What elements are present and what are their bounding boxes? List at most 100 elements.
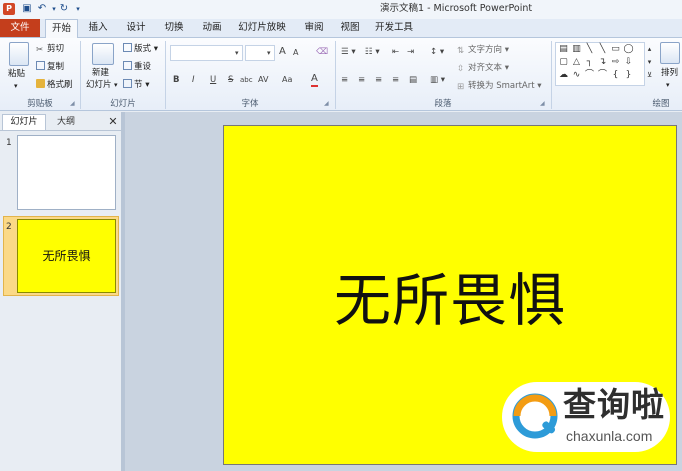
customize-quick-access-icon[interactable]: ▾ <box>72 3 84 15</box>
layout-label: 版式 <box>134 44 152 54</box>
powerpoint-app-icon[interactable]: P <box>3 3 15 15</box>
strikethrough-button[interactable]: S <box>228 74 233 86</box>
font-size-dropdown-icon[interactable]: ▾ <box>267 47 271 59</box>
rounded-rectangle-shape-icon[interactable]: ▢ <box>557 57 570 68</box>
clear-formatting-icon[interactable]: ⌫ <box>316 46 328 58</box>
tab-animations[interactable]: 动画 <box>198 19 226 37</box>
align-right-icon[interactable]: ≡ <box>375 74 382 86</box>
brush-icon <box>36 79 45 88</box>
scissors-icon: ✂ <box>36 45 44 55</box>
clipboard-launcher-icon[interactable]: ◢ <box>70 98 75 110</box>
freeform-shape-icon[interactable]: ☁ <box>557 70 570 81</box>
curve-shape-icon[interactable]: ∿ <box>570 70 583 81</box>
panel-tab-slides[interactable]: 幻灯片 <box>2 114 46 130</box>
tab-slideshow[interactable]: 幻灯片放映 <box>236 19 288 37</box>
text-direction-button[interactable]: ⇅ 文字方向 ▾ <box>457 44 509 56</box>
justify-icon[interactable]: ≡ <box>392 74 399 86</box>
line-spacing-icon[interactable]: ↕ ▾ <box>430 46 444 58</box>
panel-divider <box>0 130 122 131</box>
vertical-textbox-shape-icon[interactable]: ▥ <box>570 44 583 55</box>
watermark-url-text: chaxunla.com <box>566 428 653 444</box>
slide-title-text[interactable]: 无所畏惧 <box>223 255 677 337</box>
group-label-font: 字体 <box>241 99 259 109</box>
elbow-arrow-shape-icon[interactable]: ↴ <box>596 57 609 68</box>
paste-button[interactable]: 粘贴 <box>8 68 25 80</box>
undo-icon[interactable]: ↶ <box>36 3 48 15</box>
line-shape-icon[interactable]: ╲ <box>583 44 596 55</box>
arrange-dropdown-icon[interactable]: ▾ <box>666 79 670 91</box>
right-brace-shape-icon[interactable]: } <box>622 70 635 81</box>
tab-review[interactable]: 审阅 <box>300 19 328 37</box>
paragraph-launcher-icon[interactable]: ◢ <box>540 98 545 110</box>
panel-tab-outline[interactable]: 大纲 <box>48 114 84 130</box>
columns-icon[interactable]: ▥ ▾ <box>430 74 445 86</box>
section-button[interactable]: 节 ▾ <box>123 79 149 91</box>
tab-design[interactable]: 设计 <box>122 19 150 37</box>
font-family-dropdown-icon[interactable]: ▾ <box>235 47 239 59</box>
gallery-scroll-up-icon[interactable]: ▴ <box>643 44 656 55</box>
textbox-shape-icon[interactable]: ▤ <box>557 44 570 55</box>
layout-button[interactable]: 版式 ▾ <box>123 43 158 55</box>
line-shape-icon-2[interactable]: ╲ <box>596 44 609 55</box>
tab-home[interactable]: 开始 <box>45 19 78 38</box>
new-slide-dropdown-icon[interactable]: ▾ <box>114 79 118 91</box>
paste-icon[interactable] <box>9 42 29 66</box>
convert-smartart-button[interactable]: ⊞ 转换为 SmartArt ▾ <box>457 80 542 92</box>
close-panel-icon[interactable]: ✕ <box>106 114 120 130</box>
cut-button[interactable]: ✂ 剪切 <box>36 43 64 55</box>
section-icon <box>123 79 132 88</box>
align-text-button[interactable]: ⇳ 对齐文本 ▾ <box>457 62 509 74</box>
underline-button[interactable]: U <box>210 74 216 86</box>
copy-button[interactable]: 复制 <box>36 61 64 73</box>
bold-button[interactable]: B <box>173 74 179 86</box>
shrink-font-button[interactable]: A <box>293 47 298 59</box>
gallery-more-icon[interactable]: ⊻ <box>643 70 656 81</box>
new-slide-button[interactable]: 新建 <box>92 67 109 79</box>
tab-developer[interactable]: 开发工具 <box>374 19 414 37</box>
section-label: 节 <box>134 80 143 90</box>
font-color-button[interactable]: A <box>311 73 318 87</box>
grow-font-button[interactable]: A <box>279 46 286 58</box>
arrange-icon[interactable] <box>660 42 680 64</box>
save-icon[interactable]: ▣ <box>21 3 33 15</box>
down-arrow-shape-icon[interactable]: ⇩ <box>622 57 635 68</box>
gallery-scroll-down-icon[interactable]: ▾ <box>643 57 656 68</box>
elbow-connector-shape-icon[interactable]: ┐ <box>583 57 596 68</box>
arc-shape-icon-2[interactable]: ⌒ <box>596 70 609 81</box>
tab-transitions[interactable]: 切换 <box>160 19 188 37</box>
slide-thumbnail-2[interactable]: 无所畏惧 <box>17 219 116 293</box>
font-launcher-icon[interactable]: ◢ <box>324 98 329 110</box>
slide-thumbnail-1[interactable] <box>17 135 116 210</box>
format-painter-button[interactable]: 格式刷 <box>36 79 73 91</box>
new-slide-button-line2[interactable]: 幻灯片 <box>86 79 112 91</box>
align-center-icon[interactable]: ≡ <box>358 74 365 86</box>
decrease-indent-icon[interactable]: ⇤ <box>392 46 399 58</box>
tab-file[interactable]: 文件 <box>0 19 40 37</box>
align-text-icon: ⇳ <box>457 64 465 74</box>
text-direction-label: 文字方向 <box>468 45 503 55</box>
distributed-icon[interactable]: ▤ <box>409 74 417 86</box>
left-brace-shape-icon[interactable]: { <box>609 70 622 81</box>
increase-indent-icon[interactable]: ⇥ <box>407 46 414 58</box>
arc-shape-icon[interactable]: ⌒ <box>583 70 596 81</box>
redo-icon[interactable]: ↻ <box>58 3 70 15</box>
tab-insert[interactable]: 插入 <box>84 19 112 37</box>
font-family-select[interactable] <box>170 45 243 61</box>
character-spacing-button[interactable]: AV <box>258 74 268 86</box>
text-shadow-button[interactable]: abc <box>240 74 253 86</box>
tab-view[interactable]: 视图 <box>336 19 364 37</box>
bullets-icon[interactable]: ☰ ▾ <box>341 46 356 58</box>
italic-button[interactable]: I <box>192 74 195 86</box>
paste-dropdown-icon[interactable]: ▾ <box>14 80 18 92</box>
numbering-icon[interactable]: ☷ ▾ <box>365 46 380 58</box>
reset-button[interactable]: 重设 <box>123 61 151 73</box>
align-left-icon[interactable]: ≡ <box>341 74 348 86</box>
rectangle-shape-icon[interactable]: ▭ <box>609 44 622 55</box>
panel-splitter[interactable] <box>122 112 125 471</box>
triangle-shape-icon[interactable]: △ <box>570 57 583 68</box>
change-case-button[interactable]: Aa <box>282 74 292 86</box>
oval-shape-icon[interactable]: ◯ <box>622 44 635 55</box>
arrange-button[interactable]: 排列 <box>661 67 678 79</box>
right-arrow-shape-icon[interactable]: ⇨ <box>609 57 622 68</box>
new-slide-icon[interactable] <box>92 43 114 65</box>
